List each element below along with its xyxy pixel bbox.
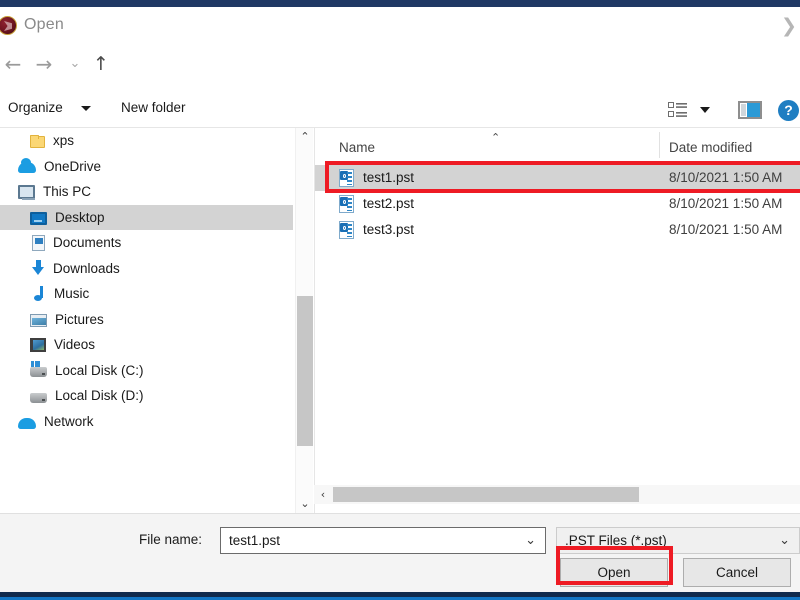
sidebar-item-music[interactable]: Music (0, 281, 293, 307)
sidebar-item-documents[interactable]: Documents (0, 230, 293, 256)
view-options-chevron-down-icon[interactable] (700, 107, 710, 113)
sidebar-item-label: Documents (53, 235, 121, 250)
file-type-chevron-down-icon[interactable]: ⌄ (779, 533, 790, 548)
organize-button[interactable]: Organize (8, 100, 63, 115)
page-title: Open (24, 16, 64, 34)
cloud-icon (18, 162, 36, 173)
videos-icon (30, 338, 46, 352)
column-header-name[interactable]: Name (339, 140, 375, 155)
sidebar-item-videos[interactable]: Videos (0, 332, 293, 358)
sidebar-item-xps[interactable]: xps (0, 128, 293, 154)
file-type-select[interactable]: .PST Files (*.pst) ⌄ (556, 527, 800, 554)
list-view-icon[interactable] (668, 102, 688, 118)
file-name-value: test1.pst (229, 533, 280, 548)
outlook-app-icon (0, 16, 17, 35)
file-list-horizontal-scrollbar[interactable]: ‹ (314, 485, 800, 504)
command-bar: Organize New folder ? (0, 92, 800, 128)
preview-pane-icon[interactable] (738, 101, 762, 119)
up-icon[interactable]: ↑ (88, 52, 114, 76)
file-name-cell: test3.pst (363, 222, 414, 237)
disk-icon (30, 393, 47, 403)
dialog-title-bar: Open ❯ (0, 7, 800, 44)
background-window-top-strip (0, 0, 800, 7)
file-name-label: File name: (139, 532, 202, 547)
file-name-cell: test1.pst (363, 170, 414, 185)
sidebar-item-label: Local Disk (C:) (55, 363, 144, 378)
column-header-date-modified[interactable]: Date modified (669, 140, 752, 155)
dialog-body: xps OneDrive This PC Desktop Documents Downlo… (0, 128, 800, 513)
sidebar-item-label: Downloads (53, 261, 120, 276)
desktop-icon (30, 212, 47, 225)
back-icon[interactable]: ← (0, 52, 26, 76)
navigation-sidebar[interactable]: xps OneDrive This PC Desktop Documents Downlo… (0, 128, 293, 513)
file-name-chevron-down-icon[interactable]: ⌄ (525, 533, 536, 548)
pictures-icon (30, 314, 47, 327)
sidebar-item-label: Desktop (55, 210, 105, 225)
table-row[interactable]: test3.pst 8/10/2021 1:50 AM (315, 217, 800, 243)
computer-icon (18, 185, 35, 199)
file-name-cell: test2.pst (363, 196, 414, 211)
cancel-button[interactable]: Cancel (683, 558, 791, 587)
open-button[interactable]: Open (560, 558, 668, 587)
sidebar-scrollbar[interactable]: ⌃ ⌄ (295, 128, 313, 513)
sidebar-scrollbar-thumb[interactable] (297, 296, 313, 446)
sidebar-item-onedrive[interactable]: OneDrive (0, 154, 293, 180)
recent-locations-chevron-down-icon[interactable]: ⌄ (62, 52, 88, 76)
file-type-value: .PST Files (*.pst) (565, 533, 667, 548)
help-icon[interactable]: ? (778, 100, 799, 121)
horizontal-scrollbar-thumb[interactable] (333, 487, 639, 502)
file-date-cell: 8/10/2021 1:50 AM (669, 196, 782, 211)
sidebar-item-pictures[interactable]: Pictures (0, 307, 293, 333)
sidebar-item-label: Music (54, 286, 89, 301)
table-row[interactable]: test2.pst 8/10/2021 1:50 AM (315, 191, 800, 217)
file-name-input[interactable]: test1.pst ⌄ (220, 527, 546, 554)
organize-chevron-down-icon[interactable] (81, 106, 91, 111)
downloads-icon (32, 260, 45, 276)
file-list[interactable]: ⌃ Name Date modified test1.pst 8/10/2021 … (314, 128, 800, 513)
sidebar-item-label: Local Disk (D:) (55, 388, 144, 403)
file-date-cell: 8/10/2021 1:50 AM (669, 170, 782, 185)
sidebar-item-label: Pictures (55, 312, 104, 327)
scroll-up-icon[interactable]: ⌃ (296, 128, 314, 146)
documents-icon (32, 235, 45, 251)
sidebar-item-local-disk-c[interactable]: Local Disk (C:) (0, 358, 293, 384)
sidebar-item-this-pc[interactable]: This PC (0, 179, 293, 205)
network-icon (18, 418, 36, 429)
navigation-bar: ← → ⌄ ↑ « PST Test File › PST password t… (0, 44, 800, 84)
forward-icon[interactable]: → (31, 52, 57, 76)
scroll-left-icon[interactable]: ‹ (314, 485, 332, 504)
file-date-cell: 8/10/2021 1:50 AM (669, 222, 782, 237)
sidebar-item-local-disk-d[interactable]: Local Disk (D:) (0, 383, 293, 409)
music-icon (32, 286, 46, 302)
pst-file-icon (339, 169, 354, 187)
screenshot-root: Open ❯ ← → ⌄ ↑ « PST Test File › PST pas… (0, 0, 800, 600)
folder-icon (30, 136, 45, 148)
file-list-header: ⌃ Name Date modified (315, 128, 800, 165)
dialog-footer: File name: test1.pst ⌄ .PST Files (*.pst… (0, 514, 800, 592)
table-row[interactable]: test1.pst 8/10/2021 1:50 AM (315, 165, 800, 191)
scroll-down-icon[interactable]: ⌄ (296, 495, 314, 513)
sidebar-item-label: Videos (54, 337, 95, 352)
system-disk-icon (30, 367, 47, 377)
sidebar-item-label: Network (44, 414, 94, 429)
open-file-dialog: Open ❯ ← → ⌄ ↑ « PST Test File › PST pas… (0, 7, 800, 592)
new-folder-button[interactable]: New folder (121, 100, 186, 115)
sidebar-item-label: xps (53, 133, 74, 148)
sort-ascending-icon: ⌃ (491, 131, 500, 144)
column-divider[interactable] (659, 132, 660, 158)
sidebar-item-network[interactable]: Network (0, 409, 293, 435)
close-icon[interactable]: ❯ (772, 14, 800, 38)
sidebar-item-label: OneDrive (44, 159, 101, 174)
pst-file-icon (339, 221, 354, 239)
sidebar-item-desktop[interactable]: Desktop (0, 205, 293, 231)
pst-file-icon (339, 195, 354, 213)
sidebar-item-downloads[interactable]: Downloads (0, 256, 293, 282)
sidebar-item-label: This PC (43, 184, 91, 199)
